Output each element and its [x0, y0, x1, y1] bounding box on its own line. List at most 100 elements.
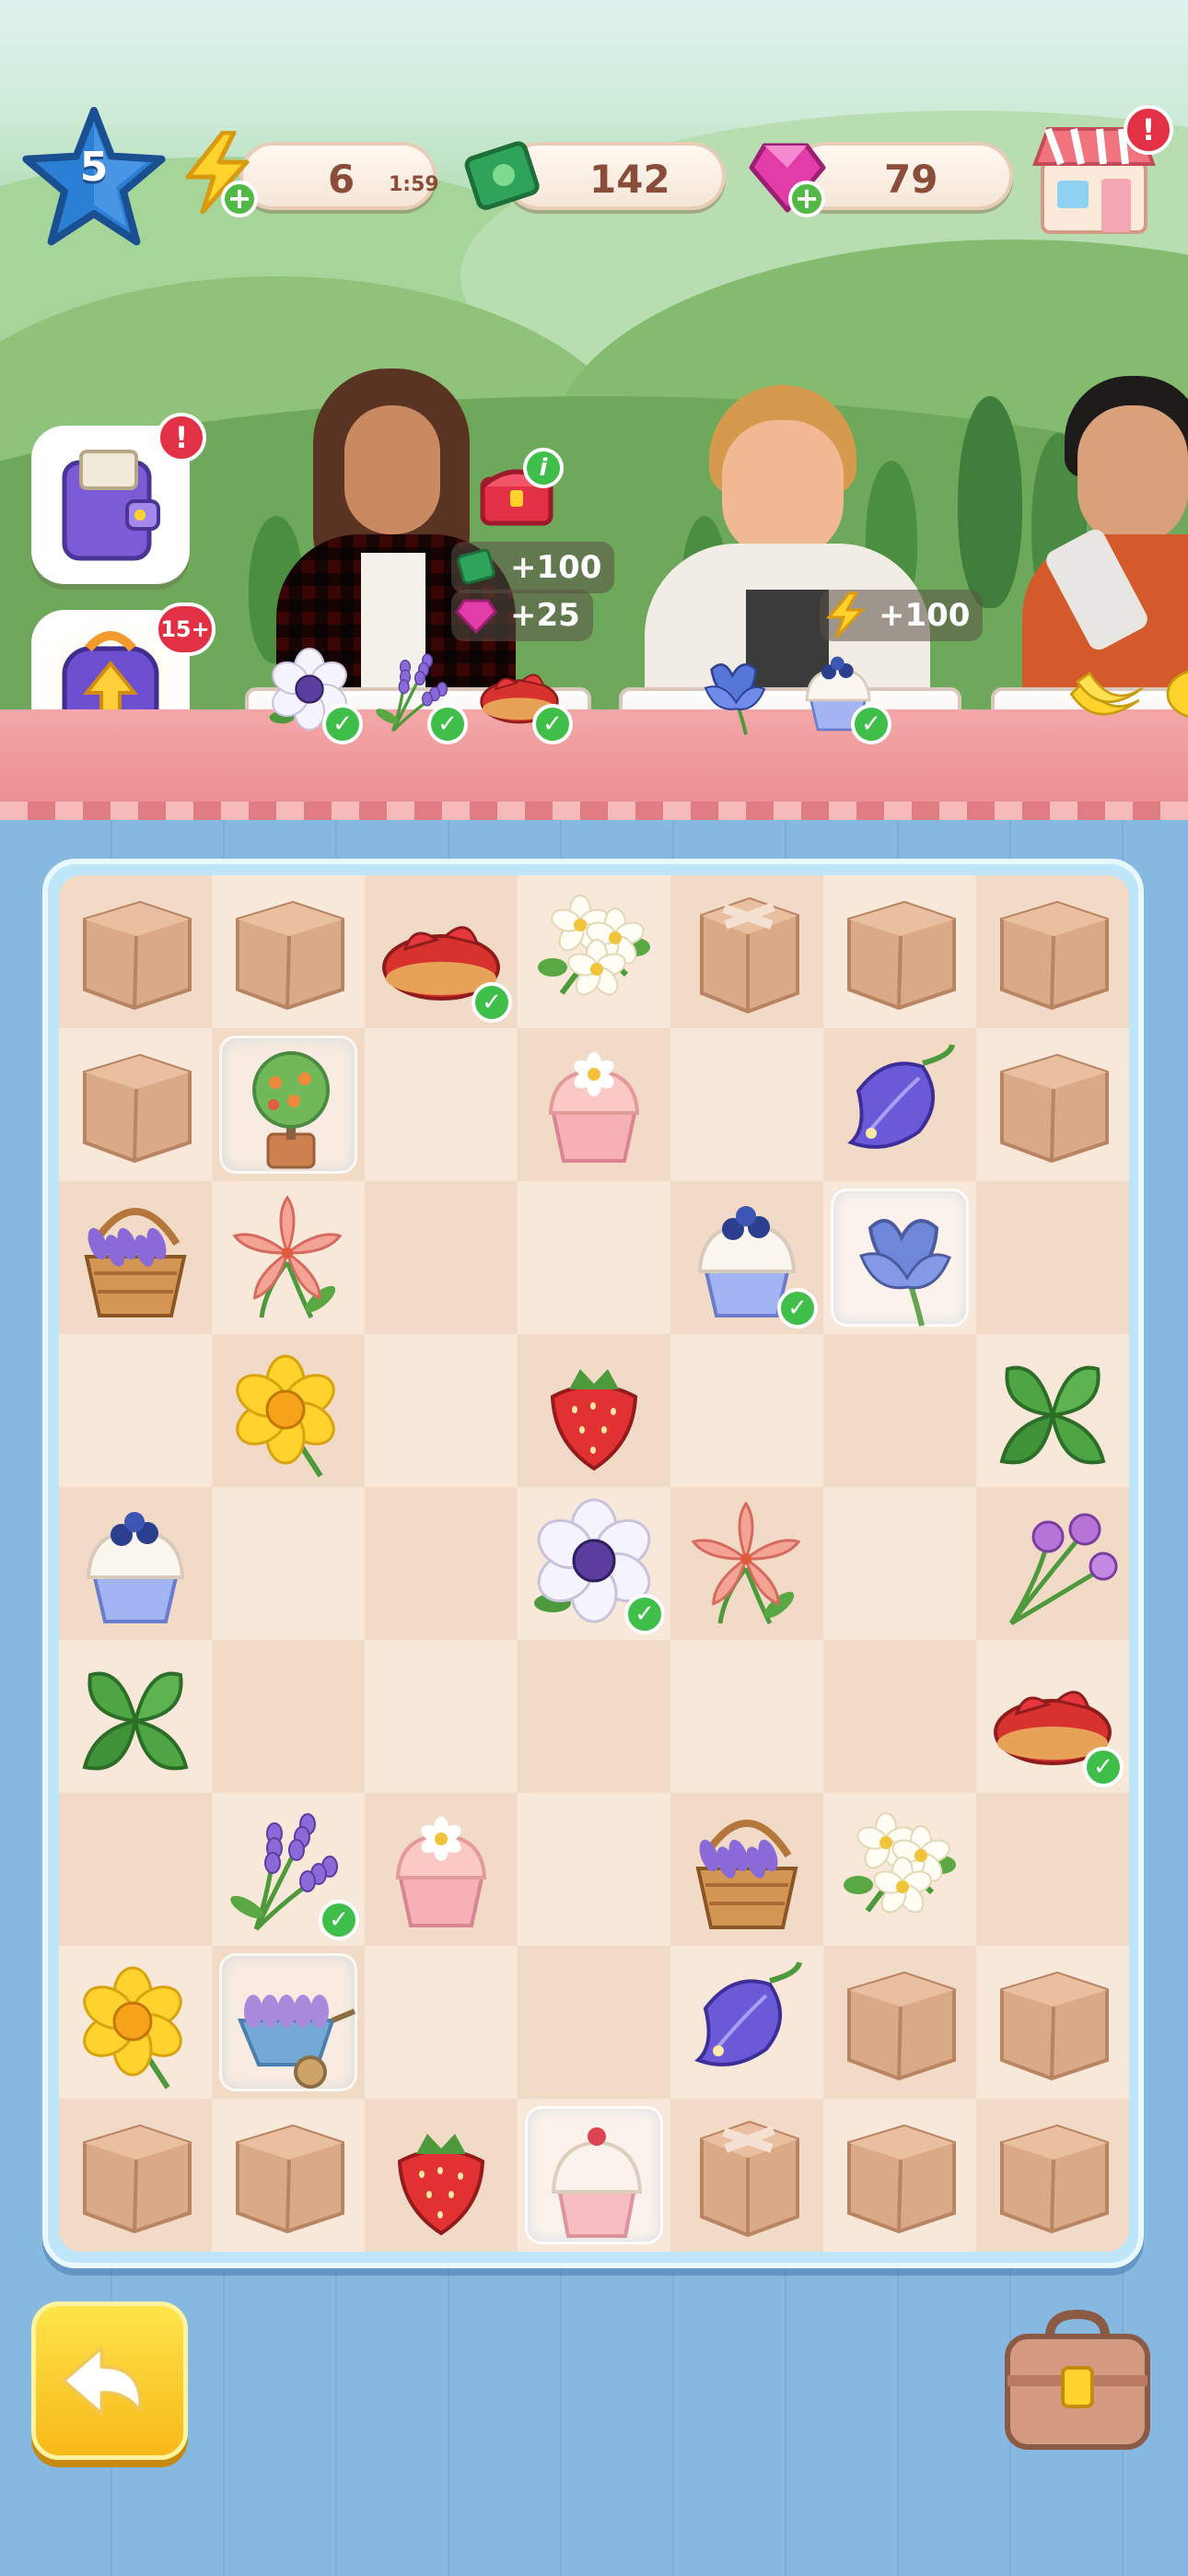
box-icon: [984, 1036, 1122, 1174]
board-cell-mint[interactable]: [59, 1640, 212, 1793]
add-gems-button[interactable]: +: [788, 181, 825, 217]
iris-icon: [831, 1188, 969, 1327]
board-cell-box[interactable]: [59, 875, 212, 1028]
daffodil-icon: [66, 1953, 204, 2091]
board-cell-strawberry[interactable]: [365, 2099, 518, 2252]
board-cell-daffodil[interactable]: [59, 1946, 212, 2099]
board-cell-box[interactable]: [823, 1946, 976, 2099]
board-cell-box-taped[interactable]: [670, 875, 823, 1028]
board-cell-bellflower[interactable]: [823, 1028, 976, 1181]
shop-button[interactable]: !: [1030, 105, 1173, 241]
board-cell-daffodil[interactable]: [212, 1334, 365, 1487]
board-cell-lavender[interactable]: ✓: [212, 1793, 365, 1946]
board-cell-iris[interactable]: [823, 1181, 976, 1334]
box-icon: [66, 1036, 204, 1174]
chest-info-badge[interactable]: i: [523, 448, 564, 488]
energy-counter[interactable]: 6 1:59: [239, 142, 439, 210]
board-cell-orange-tree[interactable]: [212, 1028, 365, 1181]
board-cell-box[interactable]: [976, 2099, 1129, 2252]
board-cell-wheelbarrow[interactable]: [212, 1946, 365, 2099]
customer-2-face: [722, 420, 844, 558]
board-cell-empty[interactable]: [365, 1640, 518, 1793]
lightning-icon: [825, 591, 866, 639]
board-cell-empty[interactable]: [365, 1181, 518, 1334]
board-cell-empty[interactable]: [365, 1487, 518, 1640]
shop-alert-badge: !: [1124, 105, 1173, 155]
board-cell-lily[interactable]: [212, 1181, 365, 1334]
board-cell-box[interactable]: [976, 875, 1129, 1028]
add-energy-button[interactable]: +: [221, 181, 258, 217]
customer-3-face: [1077, 405, 1188, 544]
bellflower-icon: [678, 1953, 816, 2091]
board-cell-empty[interactable]: [518, 1793, 670, 1946]
board-cell-empty[interactable]: [823, 1334, 976, 1487]
strawberry-icon: [525, 1341, 663, 1480]
board-cell-empty[interactable]: [670, 1028, 823, 1181]
board-cell-empty[interactable]: [823, 1487, 976, 1640]
board-cell-box[interactable]: [823, 875, 976, 1028]
board-cell-box[interactable]: [59, 1028, 212, 1181]
reward-gems-text: +25: [510, 597, 580, 634]
allium-icon: [984, 1494, 1122, 1633]
board-cell-jasmine[interactable]: [518, 875, 670, 1028]
board-cell-box[interactable]: [212, 2099, 365, 2252]
board-cell-allium[interactable]: [976, 1487, 1129, 1640]
jasmine-icon: [831, 1800, 969, 1938]
board-cell-empty[interactable]: [212, 1640, 365, 1793]
board-cell-empty[interactable]: [823, 1640, 976, 1793]
board-cell-box[interactable]: [976, 1028, 1129, 1181]
box-icon: [219, 2106, 357, 2244]
board-cell-eclair[interactable]: ✓: [365, 875, 518, 1028]
board-cell-empty[interactable]: [976, 1181, 1129, 1334]
board-cell-lily[interactable]: [670, 1487, 823, 1640]
order-match-check-icon: ✓: [1083, 1747, 1124, 1787]
board-cell-cupcake-pink[interactable]: [518, 1028, 670, 1181]
board-cell-empty[interactable]: [212, 1487, 365, 1640]
board-cell-lavender-basket[interactable]: [670, 1793, 823, 1946]
board-cell-empty[interactable]: [365, 1334, 518, 1487]
board-cell-blueberry-cupcake[interactable]: ✓: [670, 1181, 823, 1334]
board-cell-bellflower[interactable]: [670, 1946, 823, 2099]
box-icon: [66, 883, 204, 1021]
daffodil-icon: [219, 1341, 357, 1480]
box-icon: [219, 883, 357, 1021]
board-cell-cherry-cupcake[interactable]: [518, 2099, 670, 2252]
board-cell-anemone[interactable]: ✓: [518, 1487, 670, 1640]
wallet-button[interactable]: !: [31, 413, 206, 584]
money-icon: [455, 545, 497, 588]
board-cell-empty[interactable]: [365, 1946, 518, 2099]
board-cell-empty[interactable]: [670, 1640, 823, 1793]
board-cell-blueberry-cupcake[interactable]: [59, 1487, 212, 1640]
board-cell-box[interactable]: [59, 2099, 212, 2252]
board-cell-cupcake-pink[interactable]: [365, 1793, 518, 1946]
order-match-check-icon: ✓: [624, 1594, 665, 1634]
gems-value: 79: [884, 157, 938, 202]
board-cell-jasmine[interactable]: [823, 1793, 976, 1946]
board-cell-empty[interactable]: [518, 1640, 670, 1793]
energy-timer: 1:59: [389, 173, 439, 196]
board-cell-strawberry[interactable]: [518, 1334, 670, 1487]
board-cell-empty[interactable]: [59, 1334, 212, 1487]
board-cell-box-taped[interactable]: [670, 2099, 823, 2252]
board-cell-empty[interactable]: [976, 1793, 1129, 1946]
undo-button[interactable]: [31, 2301, 188, 2460]
board-cell-empty[interactable]: [518, 1181, 670, 1334]
board-cell-box[interactable]: [976, 1946, 1129, 2099]
level-star[interactable]: 5: [20, 103, 168, 251]
board-cell-box[interactable]: [823, 2099, 976, 2252]
inventory-button[interactable]: [995, 2294, 1160, 2460]
board-cell-empty[interactable]: [59, 1793, 212, 1946]
board-cell-empty[interactable]: [670, 1334, 823, 1487]
reward-cash-text: +100: [510, 549, 602, 586]
cupcake-pink-icon: [372, 1800, 510, 1938]
board-cell-eclair[interactable]: ✓: [976, 1640, 1129, 1793]
order-item-iris: [687, 645, 779, 737]
board-cell-empty[interactable]: [518, 1946, 670, 2099]
board-cell-box[interactable]: [212, 875, 365, 1028]
merge-board[interactable]: ✓ ✓ ✓ ✓ ✓: [59, 875, 1129, 2252]
board-cell-lavender-basket[interactable]: [59, 1181, 212, 1334]
gem-icon: [455, 593, 497, 636]
board-cell-empty[interactable]: [365, 1028, 518, 1181]
board-cell-mint[interactable]: [976, 1334, 1129, 1487]
lily-icon: [678, 1494, 816, 1633]
